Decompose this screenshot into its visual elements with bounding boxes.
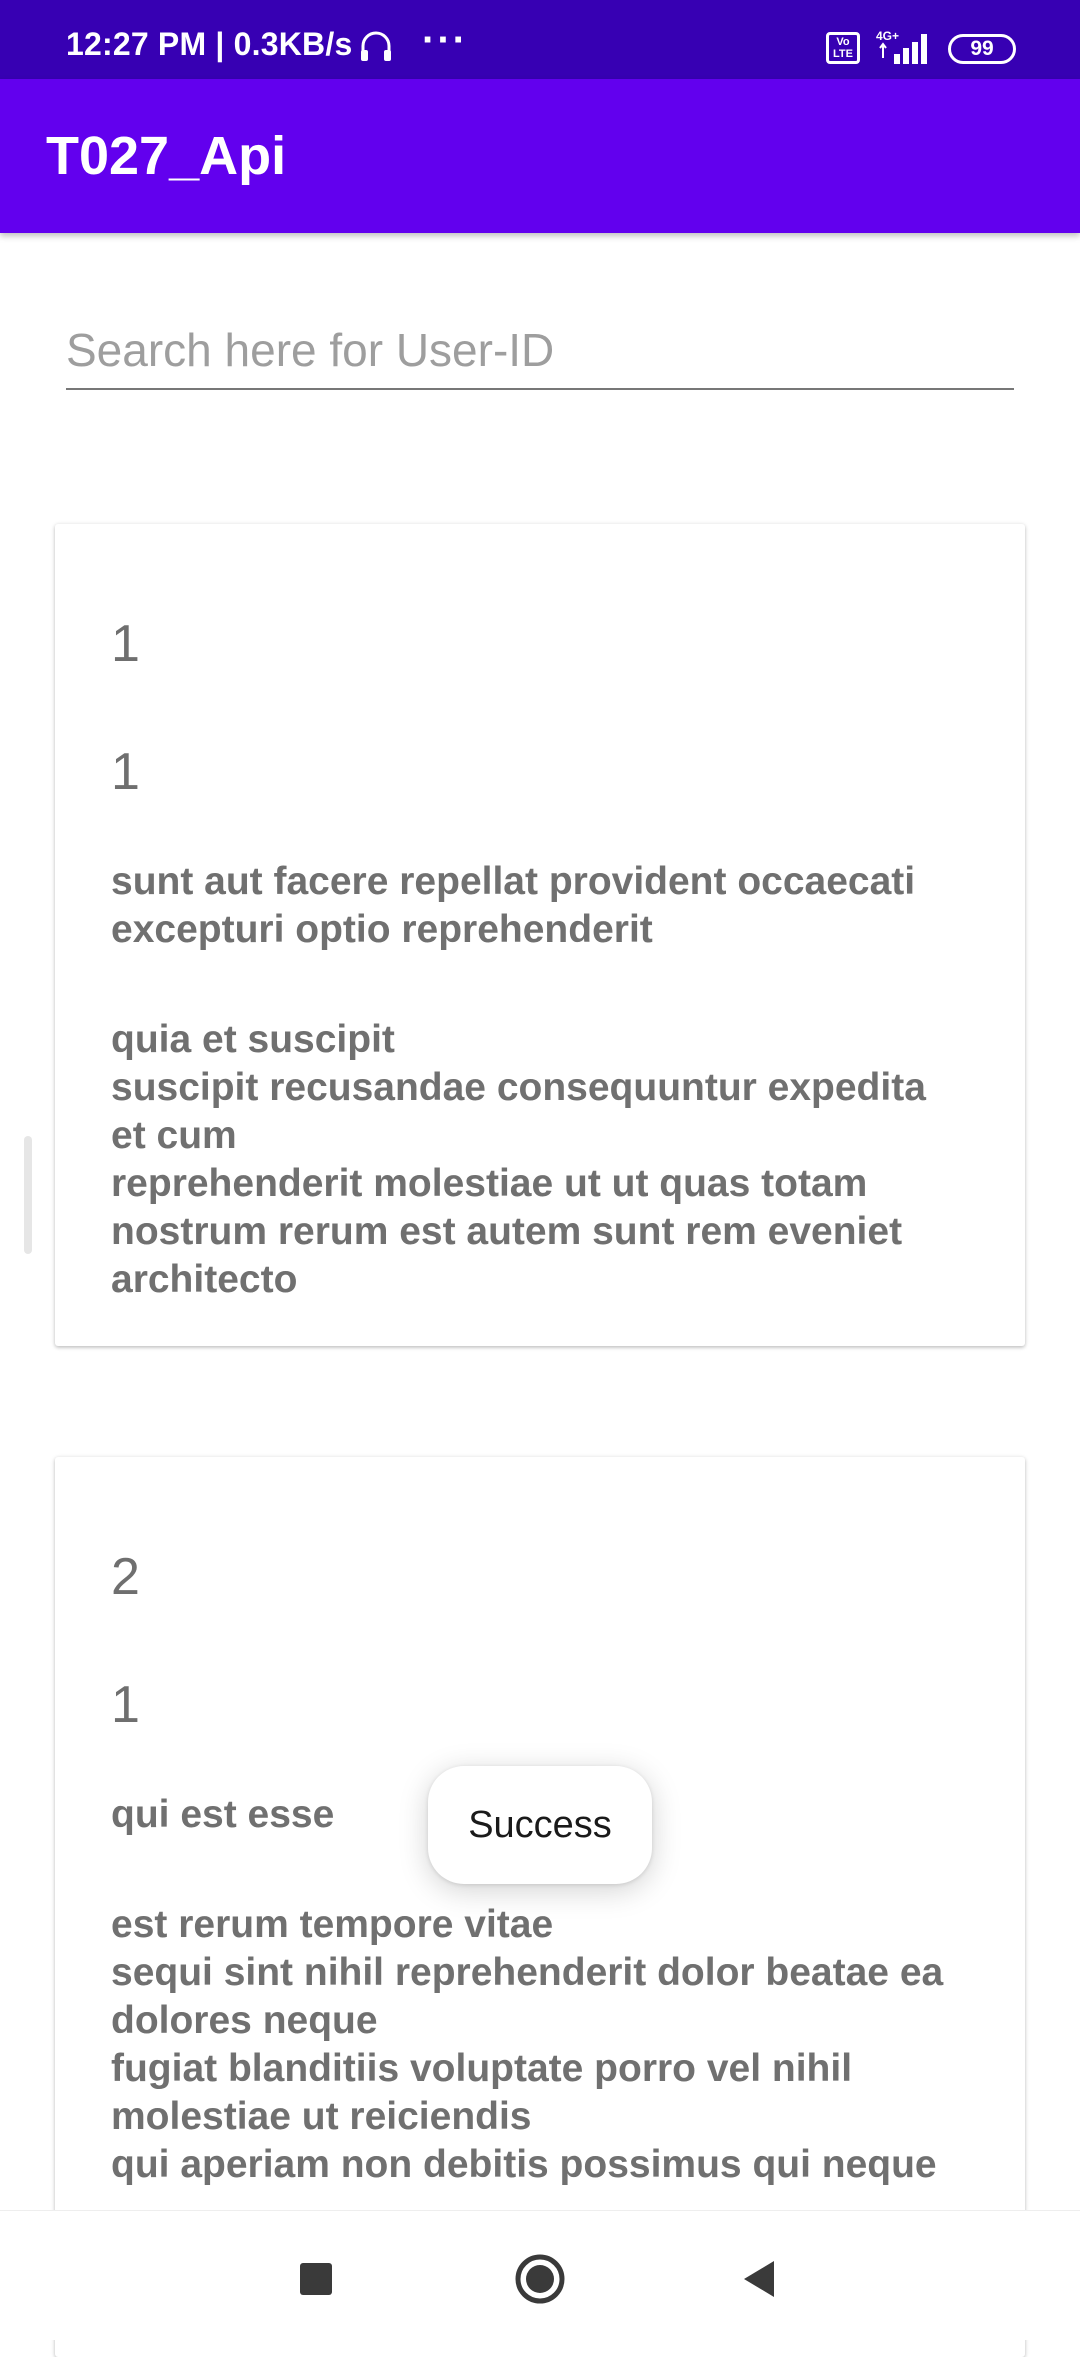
post-card[interactable]: 1 1 sunt aut facere repellat provident o… [55,524,1025,1346]
network-type-label: 4G+ [876,29,899,43]
more-notifications-icon: ··· [422,18,468,62]
success-toast: Success [428,1766,652,1884]
app-title: T027_Api [46,126,287,186]
post-id: 2 [111,1548,140,1606]
post-user-id: 1 [111,1676,140,1734]
home-icon[interactable] [510,2249,570,2309]
app-bar: T027_Api [0,79,1080,233]
scrollbar[interactable] [24,1136,32,1254]
back-icon[interactable] [730,2249,790,2309]
volte-icon: Vo LTE [826,32,860,64]
battery-icon: 99 [948,34,1016,64]
system-nav-bar [0,2210,1080,2340]
headset-icon [361,31,391,61]
signal-icon: 4G+ [876,29,927,64]
post-id: 1 [111,615,140,673]
status-time: 12:27 PM | 0.3KB/s [66,26,353,62]
post-body: quia et suscipit suscipit recusandae con… [111,1018,926,1301]
status-bar: 12:27 PM | 0.3KB/s ··· Vo LTE 4G+ 99 [0,0,1080,79]
post-body: est rerum tempore vitae sequi sint nihil… [111,1903,944,2186]
post-user-id: 1 [111,743,140,801]
search-input[interactable] [66,320,1014,390]
recents-icon[interactable] [286,2249,346,2309]
post-title: sunt aut facere repellat provident occae… [111,860,916,951]
